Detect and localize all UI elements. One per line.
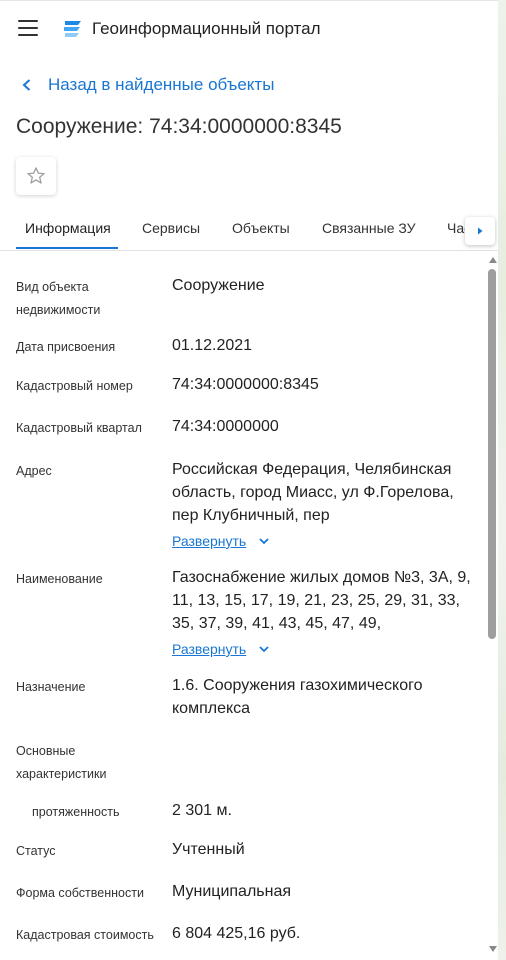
- tab-bar: Информация Сервисы Объекты Связанные ЗУ …: [0, 208, 498, 251]
- field-value: Сооружение: [172, 277, 265, 294]
- field-label: Основные характеристики: [16, 744, 107, 781]
- active-tab-indicator: [16, 247, 118, 249]
- field-label: Кадастровый номер: [16, 379, 133, 393]
- field-label: Форма собственности: [16, 886, 144, 900]
- object-title: Сооружение: 74:34:0000000:8345: [16, 115, 342, 138]
- field-value: Муниципальная: [172, 883, 292, 900]
- field-label: Статус: [16, 844, 56, 858]
- favorite-button[interactable]: [16, 157, 56, 195]
- name-expand-link[interactable]: Развернуть: [172, 641, 270, 657]
- field-label: Назначение: [16, 680, 86, 694]
- app-header: Геоинформационный портал: [0, 0, 498, 57]
- field-value: 74:34:0000000: [172, 418, 279, 435]
- field-value: 74:34:0000000:8345: [172, 376, 319, 393]
- app-title: Геоинформационный портал: [92, 19, 321, 38]
- tabs-scroll-right-button[interactable]: [465, 217, 495, 245]
- map-background: [497, 0, 506, 960]
- tab-information[interactable]: Информация: [25, 220, 111, 236]
- field-value: 2 301 м.: [172, 802, 232, 819]
- field-value: Учтенный: [172, 841, 245, 858]
- back-link-label: Назад в найденные объекты: [48, 75, 275, 94]
- field-label: Наименование: [16, 572, 103, 586]
- field-label: Вид объекта недвижимости: [16, 280, 101, 317]
- scroll-up-arrow-icon[interactable]: [489, 257, 497, 263]
- arrow-right-icon: [478, 227, 483, 235]
- field-value: 01.12.2021: [172, 337, 253, 354]
- star-outline-icon: [27, 167, 45, 184]
- field-label: протяженность: [32, 805, 120, 819]
- field-value: 1.6. Сооружения газохимического комплекс…: [172, 677, 423, 717]
- content-scrollbar[interactable]: [486, 255, 498, 960]
- info-panel: Геоинформационный портал Назад в найденн…: [0, 0, 498, 960]
- tab-objects[interactable]: Объекты: [232, 220, 290, 236]
- chevron-down-icon: [259, 646, 269, 653]
- field-label: Кадастровая стоимость: [16, 928, 154, 942]
- tab-services[interactable]: Сервисы: [142, 220, 200, 236]
- scroll-down-arrow-icon[interactable]: [489, 946, 497, 952]
- hamburger-menu-icon[interactable]: [18, 20, 38, 36]
- field-label: Адрес: [16, 464, 52, 478]
- chevron-down-icon: [259, 538, 269, 545]
- field-value: 6 804 425,16 руб.: [172, 925, 301, 942]
- address-expand-link[interactable]: Развернуть: [172, 533, 270, 549]
- expand-label: Развернуть: [172, 641, 247, 657]
- field-label: Дата присвоения: [16, 340, 116, 354]
- field-label: Кадастровый квартал: [16, 421, 142, 435]
- portal-logo-icon: [64, 21, 81, 37]
- scrollbar-thumb[interactable]: [488, 269, 496, 639]
- tab-related-plots[interactable]: Связанные ЗУ: [322, 220, 416, 236]
- field-value: Газоснабжение жилых домов №3, 3А, 9, 11,…: [172, 569, 471, 632]
- field-value: Российская Федерация, Челябинская област…: [172, 461, 454, 524]
- expand-label: Развернуть: [172, 533, 247, 549]
- chevron-left-icon: [22, 79, 31, 91]
- back-to-results-link[interactable]: Назад в найденные объекты: [20, 74, 274, 96]
- info-content: Вид объекта недвижимости Сооружение Дата…: [0, 251, 486, 960]
